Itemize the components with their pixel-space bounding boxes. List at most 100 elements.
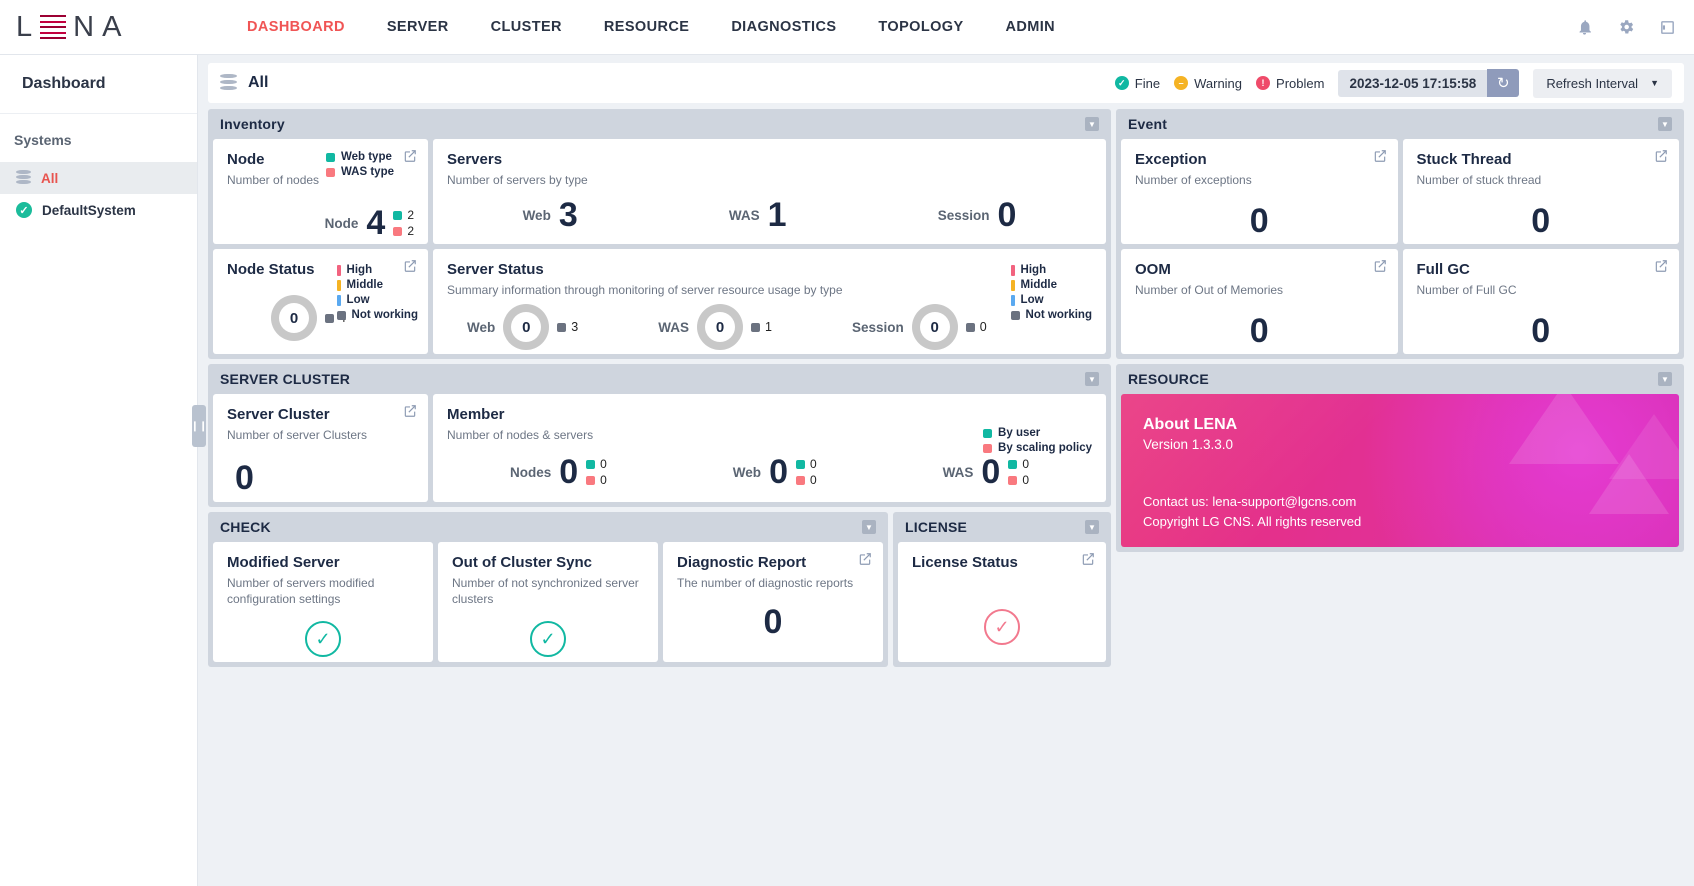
panel-header: SERVER CLUSTER ▼ xyxy=(208,364,1111,394)
card-title: Full GC xyxy=(1416,261,1470,278)
not-working-value: 0 xyxy=(979,320,987,335)
panel-title: Event xyxy=(1128,116,1168,132)
card-node-status[interactable]: Node Status High Middle Low Not working xyxy=(213,249,428,354)
legend-label: Low xyxy=(1020,294,1044,306)
event-row-1: Exception Number of exceptions 0 Stuck T… xyxy=(1116,139,1684,244)
panel-header: LICENSE ▼ xyxy=(893,512,1111,542)
panel-collapse-button[interactable]: ▼ xyxy=(1085,520,1099,534)
metric-web-members: Web 0 0 0 xyxy=(733,455,817,489)
nav-item-server[interactable]: SERVER xyxy=(366,0,470,55)
open-external-icon[interactable] xyxy=(1373,259,1387,278)
refresh-interval-dropdown[interactable]: Refresh Interval ▼ xyxy=(1533,68,1672,98)
legend-swatch xyxy=(983,444,993,453)
open-external-icon[interactable] xyxy=(858,552,872,571)
legend-row: Low xyxy=(1010,293,1092,308)
card-oom[interactable]: OOM Number of Out of Memories 0 xyxy=(1121,249,1398,354)
card-stuck-thread[interactable]: Stuck Thread Number of stuck thread 0 xyxy=(1402,139,1679,244)
open-external-icon[interactable] xyxy=(1373,149,1387,168)
bell-icon[interactable] xyxy=(1576,19,1593,36)
nav-item-dashboard[interactable]: DASHBOARD xyxy=(226,0,366,55)
open-external-icon[interactable] xyxy=(403,404,417,423)
metric-breakdown-row: 0 xyxy=(795,473,817,487)
nav-item-topology[interactable]: TOPOLOGY xyxy=(857,0,984,55)
sidebar-item-all[interactable]: All xyxy=(0,162,197,194)
legend-label: Low xyxy=(346,294,370,306)
legend-swatch xyxy=(336,311,346,320)
nav-item-diagnostics[interactable]: DIAGNOSTICS xyxy=(710,0,857,55)
nav-item-resource[interactable]: RESOURCE xyxy=(583,0,710,55)
panel-license: LICENSE ▼ License Status ✓ xyxy=(893,512,1111,667)
panel-event: Event ▼ Exception Number of exceptions 0 xyxy=(1116,109,1684,359)
panel-collapse-button[interactable]: ▼ xyxy=(862,520,876,534)
breakdown-swatch xyxy=(795,475,805,485)
open-external-icon[interactable] xyxy=(1654,149,1668,168)
metric-was: WAS 1 xyxy=(729,198,787,232)
about-lena-banner[interactable]: About LENA Version 1.3.3.0 Contact us: l… xyxy=(1121,394,1679,547)
breakdown-swatch xyxy=(586,475,596,485)
metric-breakdown-row: 2 xyxy=(393,208,414,222)
not-working-count: 0 xyxy=(965,320,987,335)
legend-row: WAS type xyxy=(325,165,394,180)
open-external-icon[interactable] xyxy=(403,149,417,168)
legend-row: High xyxy=(336,263,418,278)
panel-title: RESOURCE xyxy=(1128,371,1209,387)
card-desc: Summary information through monitoring o… xyxy=(447,283,843,297)
metric-label: WAS xyxy=(942,464,974,480)
card-exception[interactable]: Exception Number of exceptions 0 xyxy=(1121,139,1398,244)
legend-swatch xyxy=(983,429,993,438)
not-working-swatch xyxy=(965,322,975,332)
card-full-gc[interactable]: Full GC Number of Full GC 0 xyxy=(1402,249,1679,354)
metric-breakdown-row: 0 xyxy=(795,457,817,472)
breakdown-value: 0 xyxy=(809,457,817,472)
metric-label: WAS xyxy=(728,207,760,223)
panel-collapse-button[interactable]: ▼ xyxy=(1085,117,1099,131)
sidebar-title: Dashboard xyxy=(0,55,197,114)
card-license-status[interactable]: License Status ✓ xyxy=(898,542,1106,662)
card-modified-server[interactable]: Modified Server Number of servers modifi… xyxy=(213,542,433,662)
card-title: Out of Cluster Sync xyxy=(452,554,593,571)
full-gc-value: 0 xyxy=(1531,312,1551,351)
sidebar-item-defaultsystem[interactable]: ✓ DefaultSystem xyxy=(0,194,197,226)
decorative-triangle xyxy=(1609,414,1679,479)
card-server-cluster[interactable]: Server Cluster Number of server Clusters… xyxy=(213,394,428,502)
card-title: OOM xyxy=(1135,261,1171,278)
card-title: Servers xyxy=(447,151,503,168)
card-desc: Number of server Clusters xyxy=(227,428,368,442)
sidebar-group-label: Systems xyxy=(14,132,72,148)
card-legend: High Middle Low Not working xyxy=(1010,263,1092,323)
refresh-icon[interactable]: ↻ xyxy=(1487,69,1520,97)
panel-collapse-button[interactable]: ▼ xyxy=(1085,372,1099,386)
logout-icon[interactable] xyxy=(1659,19,1676,36)
nav-item-cluster[interactable]: CLUSTER xyxy=(470,0,583,55)
open-external-icon[interactable] xyxy=(1654,259,1668,278)
metric-was-members: WAS 0 0 0 xyxy=(943,455,1029,489)
card-server-status[interactable]: Server Status Summary information throug… xyxy=(433,249,1106,354)
card-servers[interactable]: Servers Number of servers by type Web 3 … xyxy=(433,139,1106,244)
nav-item-admin[interactable]: ADMIN xyxy=(985,0,1077,55)
legend-label: Not working xyxy=(1025,309,1092,321)
panel-server-cluster: SERVER CLUSTER ▼ Server Cluster Number o… xyxy=(208,364,1111,507)
card-title: Member xyxy=(447,406,505,423)
card-out-of-cluster-sync[interactable]: Out of Cluster Sync Number of not synchr… xyxy=(438,542,658,662)
sidebar-collapse-handle[interactable]: ❙❙ xyxy=(191,405,207,447)
app-logo[interactable]: L N A xyxy=(0,11,198,44)
card-member[interactable]: Member Number of nodes & servers By user… xyxy=(433,394,1106,502)
card-diagnostic-report[interactable]: Diagnostic Report The number of diagnost… xyxy=(663,542,883,662)
status-legend-warning: – Warning xyxy=(1174,76,1242,91)
panel-collapse-button[interactable]: ▼ xyxy=(1658,372,1672,386)
legend-label: By scaling policy xyxy=(998,442,1092,454)
metric-label: WAS xyxy=(658,319,689,335)
gear-icon[interactable] xyxy=(1617,18,1635,36)
panel-collapse-button[interactable]: ▼ xyxy=(1658,117,1672,131)
problem-status-icon: ! xyxy=(1256,76,1271,90)
not-working-swatch xyxy=(557,322,567,332)
content-header-actions: ✓ Fine – Warning ! Problem 2023-12-05 17… xyxy=(1114,68,1672,98)
card-node[interactable]: Node Number of nodes Web type WAS type N… xyxy=(213,139,428,244)
status-legend-fine: ✓ Fine xyxy=(1114,76,1160,91)
metric-value: 1 xyxy=(767,196,787,235)
legend-swatch xyxy=(1010,311,1020,320)
card-title: Server Cluster xyxy=(227,406,330,423)
legend-swatch xyxy=(336,265,341,276)
breakdown-swatch xyxy=(393,226,403,236)
open-external-icon[interactable] xyxy=(1081,552,1095,571)
